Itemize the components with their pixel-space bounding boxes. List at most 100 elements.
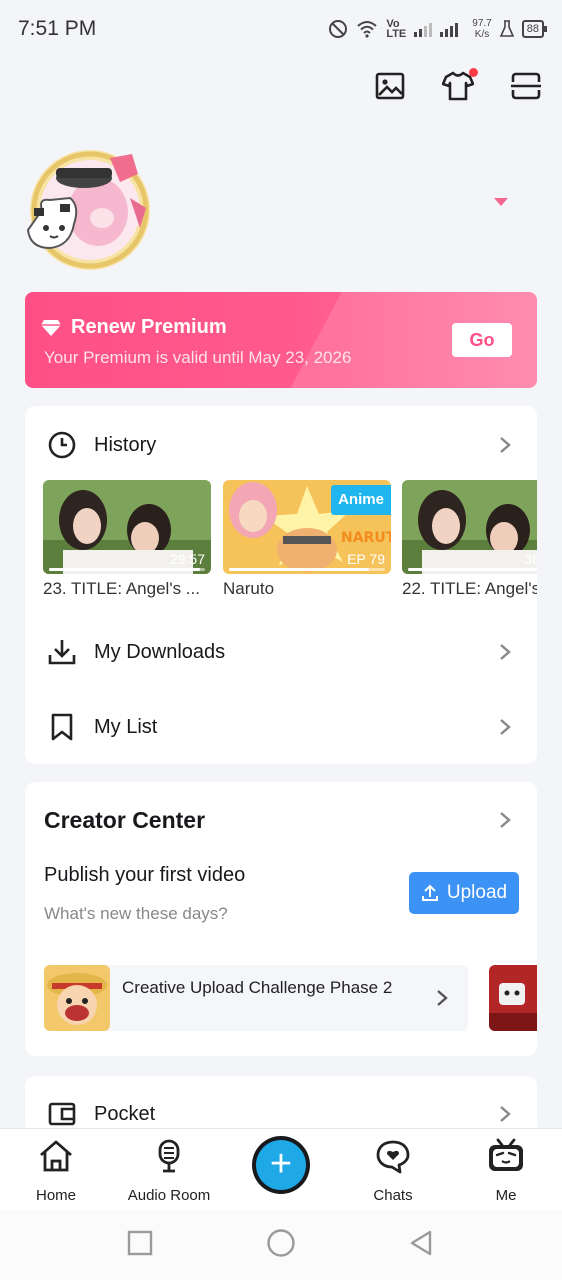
challenge-thumbnail <box>44 965 110 1031</box>
dropdown-caret-icon[interactable] <box>492 196 510 208</box>
recents-icon[interactable] <box>127 1230 153 1256</box>
challenge-title: Creative Upload Challenge Phase 2 <box>122 978 393 997</box>
status-bar: 7:51 PM Vo LTE 97.7 K/s 88 <box>0 0 562 58</box>
watch-progress-fill <box>229 568 370 571</box>
history-item[interactable]: 36 22. TITLE: Angel's <box>402 480 537 599</box>
wallet-icon <box>48 1102 76 1126</box>
upload-icon <box>421 884 438 901</box>
thumbnail-duration: 29:57 <box>169 551 205 567</box>
challenge-image <box>489 965 537 1031</box>
nav-audio-room-label: Audio Room <box>127 1187 211 1204</box>
chevron-right-icon <box>437 990 448 1006</box>
upload-button[interactable]: Upload <box>409 872 519 914</box>
chevron-right-icon <box>500 644 511 660</box>
thumbnail-episode: EP 79 <box>347 551 385 567</box>
back-icon[interactable] <box>408 1229 434 1257</box>
chevron-right-icon <box>500 1106 511 1122</box>
network-speed: 97.7 K/s <box>472 18 491 40</box>
home-circle-icon[interactable] <box>266 1228 296 1258</box>
drama-thumbnail-image <box>402 480 537 574</box>
clock-icon <box>48 431 76 459</box>
thumbnail-duration: 36 <box>524 551 537 567</box>
history-row[interactable]: History <box>25 425 537 465</box>
history-item-title: 22. TITLE: Angel's <box>402 579 537 598</box>
download-icon <box>48 640 76 665</box>
chevron-right-icon <box>500 437 511 453</box>
creator-center-title[interactable]: Creator Center <box>44 807 205 834</box>
bottom-navigation: Home Audio Room + Chats Me <box>0 1128 562 1210</box>
network-label: Vo LTE <box>386 18 407 40</box>
downloads-row[interactable]: My Downloads <box>25 632 537 672</box>
gallery-icon <box>375 72 405 100</box>
watch-progress <box>408 568 537 571</box>
nav-home[interactable]: Home <box>1 1137 111 1204</box>
chevron-right-icon <box>500 719 511 735</box>
watch-progress <box>229 568 385 571</box>
scan-icon <box>511 72 541 100</box>
watch-progress-fill <box>49 568 201 571</box>
history-label: History <box>94 433 157 456</box>
home-icon <box>40 1140 72 1172</box>
battery-indicator: 88 <box>521 20 548 38</box>
premium-subtitle: Your Premium is valid until May 23, 2026 <box>44 348 352 367</box>
gallery-button[interactable] <box>374 70 406 102</box>
history-item[interactable]: 29:57 23. TITLE: Angel's ... <box>43 480 211 599</box>
svg-text:NARUTO: NARUTO <box>341 530 391 546</box>
nav-audio-room[interactable]: Audio Room <box>114 1137 224 1204</box>
anime-badge: Anime <box>331 485 391 515</box>
chat-heart-icon <box>376 1140 410 1174</box>
create-button[interactable]: + <box>252 1136 310 1194</box>
microphone-icon <box>158 1139 180 1173</box>
history-item[interactable]: NARUTO Anime EP 79 Naruto <box>223 480 391 599</box>
go-button[interactable]: Go <box>452 323 512 357</box>
signal-icon <box>414 23 459 37</box>
avatar-image <box>26 150 150 270</box>
upload-label: Upload <box>446 882 508 903</box>
pocket-label: Pocket <box>94 1102 156 1125</box>
history-item-title: 23. TITLE: Angel's ... <box>43 579 200 598</box>
premium-title: Renew Premium <box>41 316 227 339</box>
nav-home-label: Home <box>35 1187 76 1204</box>
pocket-card: Pocket <box>25 1076 537 1136</box>
downloads-label: My Downloads <box>94 640 226 663</box>
nav-me[interactable]: Me <box>451 1137 561 1204</box>
history-thumbnail: 29:57 <box>43 480 211 574</box>
scan-button[interactable] <box>510 70 542 102</box>
outfit-button[interactable] <box>441 68 478 102</box>
status-icons: Vo LTE 97.7 K/s 88 <box>328 18 548 40</box>
nav-chats[interactable]: Chats <box>338 1137 448 1204</box>
system-navigation <box>0 1210 562 1280</box>
speed-value: 97.7 <box>472 18 492 29</box>
plus-icon: + <box>256 1140 306 1190</box>
watch-progress <box>49 568 205 571</box>
chevron-right-icon[interactable] <box>499 811 511 829</box>
nav-chats-label: Chats <box>373 1187 413 1204</box>
status-time: 7:51 PM <box>18 17 97 40</box>
bookmark-icon <box>51 713 73 741</box>
tv-mascot-icon <box>489 1138 523 1171</box>
my-list-label: My List <box>94 715 158 738</box>
flask-icon <box>499 20 514 37</box>
diamond-icon <box>41 320 61 336</box>
avatar[interactable] <box>20 148 150 273</box>
history-thumbnail: NARUTO Anime EP 79 <box>223 480 391 574</box>
luffy-image <box>44 965 110 1031</box>
do-not-disturb-icon <box>329 20 348 38</box>
history-thumbnail: 36 <box>402 480 537 574</box>
top-actions <box>374 68 542 102</box>
publish-title: Publish your first video <box>44 864 246 886</box>
notification-dot <box>469 68 478 77</box>
watch-progress-fill <box>408 568 537 571</box>
my-list-row[interactable]: My List <box>25 707 537 747</box>
nav-me-label: Me <box>495 1187 517 1204</box>
premium-title-text: Renew Premium <box>71 316 227 338</box>
library-card: History 29:57 23. TITLE: Angel's ... NAR… <box>25 406 537 764</box>
creator-center-card: Creator Center Publish your first video … <box>25 782 537 1056</box>
history-strip[interactable]: 29:57 23. TITLE: Angel's ... NARUTO Anim… <box>43 480 537 606</box>
premium-banner[interactable]: Renew Premium Your Premium is valid unti… <box>25 292 537 388</box>
next-challenge-thumbnail[interactable] <box>489 965 537 1031</box>
challenge-banner[interactable]: Creative Upload Challenge Phase 2 <box>44 965 468 1031</box>
publish-subtitle: What's new these days? <box>44 904 228 923</box>
wifi-icon <box>357 21 377 38</box>
history-item-title: Naruto <box>223 579 275 598</box>
